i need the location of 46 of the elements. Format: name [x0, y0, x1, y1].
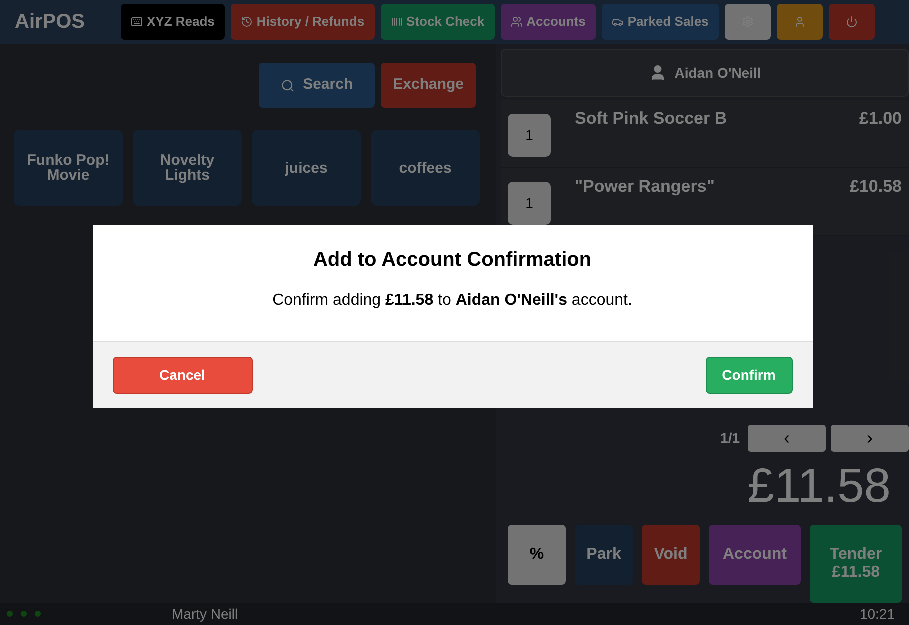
- category-button[interactable]: juices: [252, 130, 361, 206]
- keyboard-icon: [131, 16, 143, 28]
- action-button[interactable]: %: [508, 525, 566, 585]
- exchange-button[interactable]: Exchange: [381, 63, 476, 108]
- next-button[interactable]: ›: [831, 424, 909, 452]
- clock-time: 10:21: [860, 604, 895, 624]
- item-name: Soft Pink Soccer B: [575, 108, 728, 130]
- customer-button[interactable]: Aidan O'Neill: [501, 49, 909, 97]
- confirm-button[interactable]: Confirm: [706, 356, 792, 394]
- action-button[interactable]: Account: [709, 525, 801, 585]
- category-button[interactable]: Funko Pop! Movie: [14, 130, 123, 206]
- item-price: £10.58: [850, 176, 902, 198]
- app-logo: AirPOS: [15, 10, 86, 35]
- barcode-icon: [390, 16, 403, 28]
- user-icon: [794, 16, 806, 28]
- previous-button[interactable]: ‹: [748, 424, 826, 452]
- settings-button[interactable]: [724, 4, 771, 40]
- power-icon: [846, 16, 858, 28]
- dialog-title: Add to Account Confirmation: [313, 248, 592, 273]
- users-icon: [510, 16, 523, 28]
- category-button[interactable]: coffees: [371, 130, 480, 206]
- item-name: "Power Rangers": [575, 176, 716, 198]
- cancel-button[interactable]: Cancel: [112, 356, 252, 394]
- action-button[interactable]: Park: [575, 525, 633, 585]
- status-dots-icon: [7, 611, 41, 617]
- user-button[interactable]: [776, 4, 823, 40]
- item-price: £1.00: [859, 108, 902, 130]
- search-button[interactable]: Search: [259, 63, 376, 108]
- quantity-badge: 1: [508, 114, 551, 157]
- car-icon: [612, 16, 624, 28]
- action-button[interactable]: Void: [642, 525, 700, 585]
- nav-button[interactable]: Parked Sales: [602, 4, 719, 40]
- sale-total: £11.58: [748, 459, 891, 515]
- cashier-name: Marty Neill: [172, 604, 238, 624]
- history-icon: [240, 16, 253, 28]
- nav-button[interactable]: XYZ Reads: [121, 4, 225, 40]
- quantity-badge: 1: [508, 182, 551, 225]
- power-button[interactable]: [828, 4, 875, 40]
- nav-button[interactable]: History / Refunds: [230, 4, 375, 40]
- search-icon: [281, 78, 296, 92]
- dialog-message: Confirm adding £11.58 to Aidan O'Neill's account.: [272, 291, 632, 311]
- category-button[interactable]: Novelty Lights: [133, 130, 242, 206]
- nav-button[interactable]: Accounts: [500, 4, 596, 40]
- nav-button[interactable]: Stock Check: [380, 4, 495, 40]
- tender-button[interactable]: Tender £11.58: [810, 525, 902, 603]
- page-indicator: 1/1: [720, 428, 740, 448]
